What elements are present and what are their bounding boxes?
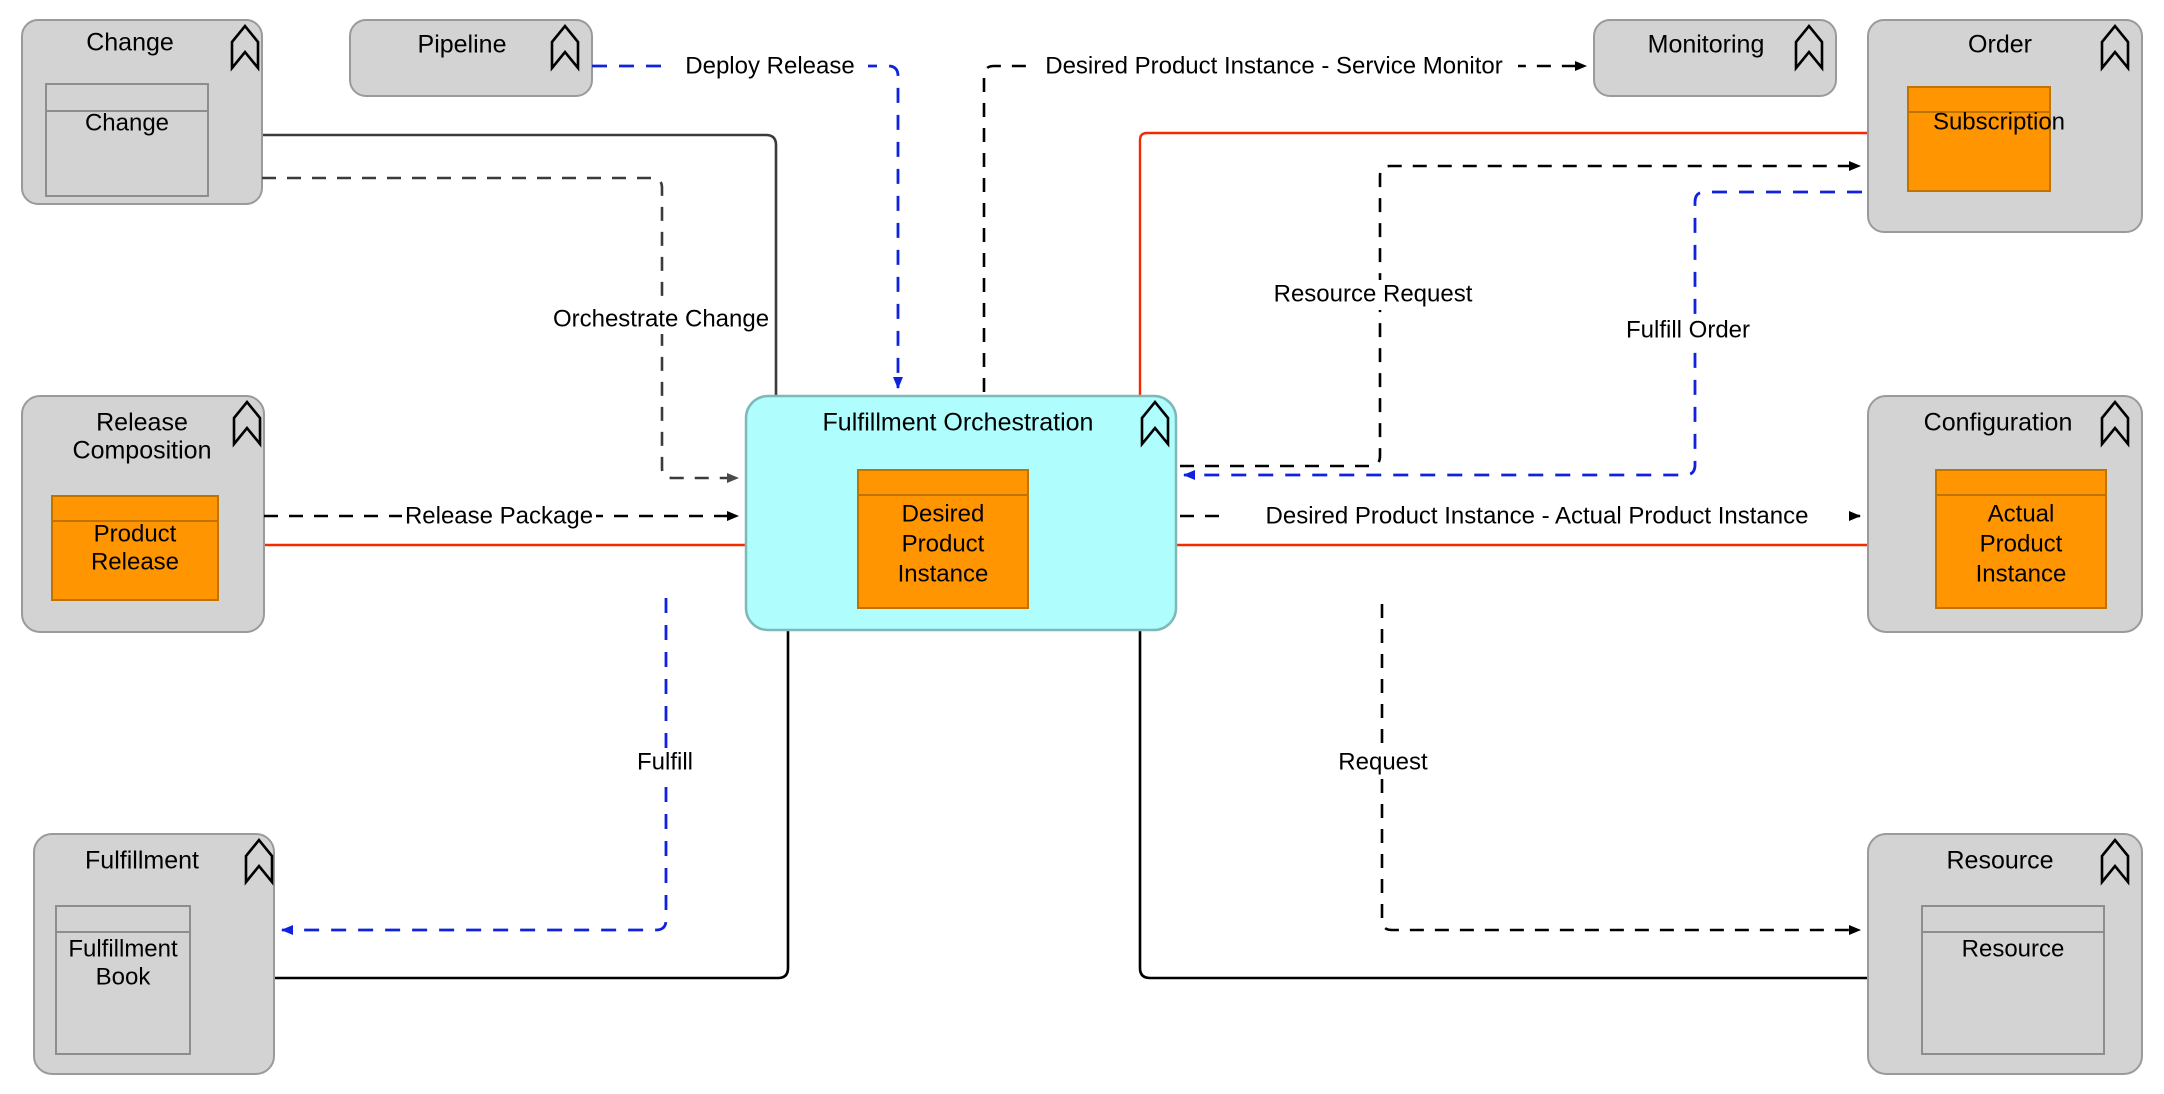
- edge-label-fulfill-order: Fulfill Order: [1612, 316, 1764, 346]
- edge-label-release-package: Release Package: [402, 502, 596, 532]
- edge-label-fulfill: Fulfill: [620, 748, 710, 778]
- edge-label-orchestrate-change: Orchestrate Change: [548, 304, 774, 334]
- edge-label-service-monitor-text: Desired Product Instance - Service Monit…: [1045, 52, 1503, 79]
- edge-label-dpi-api-text: Desired Product Instance - Actual Produc…: [1266, 502, 1809, 529]
- edge-label-fulfill-order-text: Fulfill Order: [1626, 316, 1750, 343]
- edge-label-resource-request: Resource Request: [1268, 280, 1478, 310]
- edge-label-request: Request: [1328, 748, 1440, 778]
- edge-label-request-text: Request: [1338, 748, 1428, 775]
- edge-label-deploy-release-text: Deploy Release: [685, 52, 854, 79]
- edge-label-dpi-api: Desired Product Instance - Actual Produc…: [1228, 502, 1846, 532]
- edge-label-fulfill-text: Fulfill: [637, 748, 693, 775]
- edge-label-deploy-release: Deploy Release: [672, 52, 868, 82]
- diagram-canvas: Change Change Pipeline Monitoring Order …: [0, 0, 2164, 1094]
- edge-label-resource-request-text: Resource Request: [1274, 280, 1473, 307]
- edge-label-layer: Deploy Release Desired Product Instance …: [402, 52, 1846, 778]
- edge-label-service-monitor: Desired Product Instance - Service Monit…: [1030, 52, 1518, 82]
- edge-label-orchestrate-change-text: Orchestrate Change: [553, 305, 769, 332]
- edge-label-release-package-text: Release Package: [405, 502, 593, 529]
